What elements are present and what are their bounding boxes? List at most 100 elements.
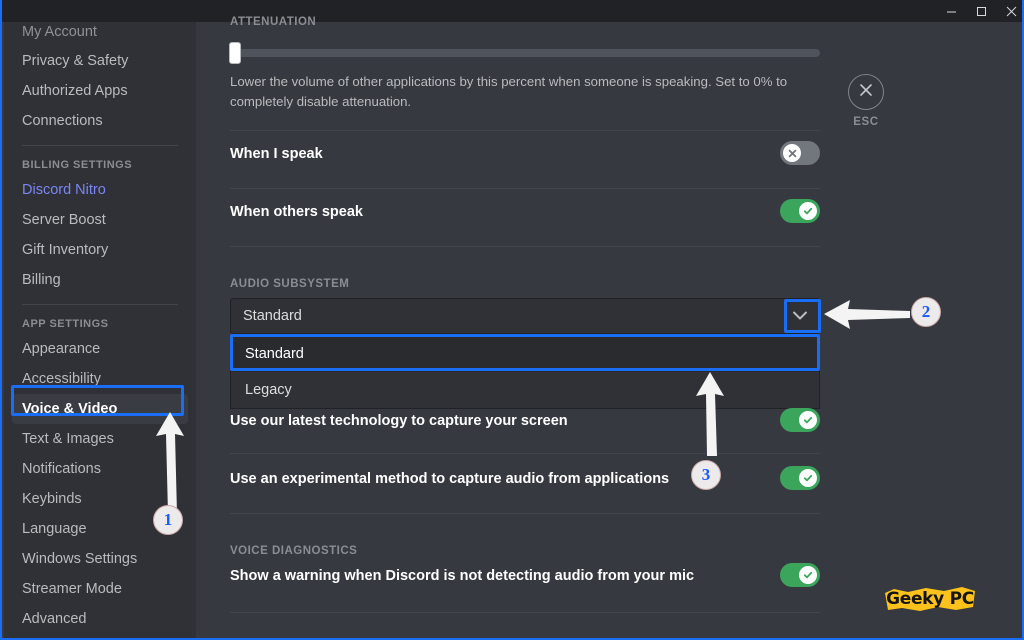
section-header-audio-subsystem: AUDIO SUBSYSTEM [230, 278, 350, 290]
sidebar-item-streamer-mode[interactable]: Streamer Mode [12, 574, 188, 604]
sidebar-item-connections[interactable]: Connections [12, 106, 188, 136]
sidebar-item-accessibility[interactable]: Accessibility [12, 364, 188, 394]
sidebar-item-label: Language [22, 521, 87, 537]
row-divider [230, 188, 820, 189]
attenuation-slider-handle[interactable] [229, 42, 241, 64]
sidebar-item-label: Voice & Video [22, 401, 118, 417]
sidebar-item-label: Accessibility [22, 371, 101, 387]
sidebar-item-label: My Account [22, 24, 97, 40]
sidebar-item-label: Billing [22, 272, 61, 288]
sidebar-item-authorized-apps[interactable]: Authorized Apps [12, 76, 188, 106]
callout-1: 1 [153, 505, 183, 535]
toggle-knob [783, 144, 801, 162]
toggle-knob [799, 202, 817, 220]
sidebar-item-label: Appearance [22, 341, 101, 357]
sidebar-item-voice-video[interactable]: Voice & Video [12, 394, 188, 424]
chevron-down-icon [793, 307, 807, 325]
toggle-knob [799, 469, 817, 487]
sidebar-header-app-settings: APP SETTINGS [22, 318, 109, 330]
section-header-voice-diagnostics: VOICE DIAGNOSTICS [230, 545, 358, 557]
sidebar-item-gift-inventory[interactable]: Gift Inventory [12, 235, 188, 265]
esc-close-control[interactable]: ESC [848, 74, 884, 128]
sidebar-divider [22, 304, 178, 305]
sidebar-item-server-boost[interactable]: Server Boost [12, 205, 188, 235]
sidebar-item-billing[interactable]: Billing [12, 265, 188, 295]
sidebar-header-billing: BILLING SETTINGS [22, 159, 133, 171]
sidebar-item-advanced[interactable]: Advanced [12, 604, 188, 634]
sidebar-item-label: Discord Nitro [22, 182, 106, 198]
callout-number: 2 [921, 302, 931, 321]
minimize-button[interactable] [936, 0, 966, 22]
row-label-when-others-speak: When others speak [230, 204, 363, 220]
cross-icon [788, 149, 796, 157]
check-icon [803, 571, 813, 579]
toggle-when-others-speak[interactable] [780, 199, 820, 223]
row-label-when-i-speak: When I speak [230, 146, 323, 162]
toggle-when-i-speak[interactable] [780, 141, 820, 165]
row-divider [230, 612, 820, 613]
close-icon [1006, 6, 1017, 17]
sidebar-item-label: Server Boost [22, 212, 106, 228]
check-icon [803, 474, 813, 482]
sidebar-item-label: Text & Images [22, 431, 114, 447]
sidebar-item-label: Advanced [22, 611, 87, 627]
settings-content: ATTENUATION Lower the volume of other ap… [196, 16, 1022, 638]
watermark-text: Geeky PC [886, 589, 974, 609]
sidebar-item-my-account[interactable]: My Account [12, 22, 188, 40]
minimize-icon [946, 6, 957, 17]
check-icon [803, 207, 813, 215]
esc-label: ESC [853, 116, 879, 128]
audio-subsystem-selected-value: Standard [243, 308, 302, 324]
sidebar-item-label: Windows Settings [22, 551, 138, 567]
sidebar-item-label: Notifications [22, 461, 101, 477]
toggle-knob [799, 566, 817, 584]
dropdown-option-label: Legacy [245, 382, 292, 398]
row-divider [230, 130, 820, 131]
watermark-geeky-pc: Geeky PC [882, 582, 978, 616]
row-divider [230, 453, 820, 454]
sidebar-item-text-images[interactable]: Text & Images [12, 424, 188, 454]
row-label-mic-warning: Show a warning when Discord is not detec… [230, 568, 695, 584]
row-divider [230, 246, 820, 247]
esc-circle[interactable] [848, 74, 884, 110]
row-label-latest-capture-technology: Use our latest technology to capture you… [230, 413, 568, 429]
sidebar-item-label: Gift Inventory [22, 242, 109, 258]
attenuation-slider-track[interactable] [230, 49, 820, 57]
sidebar-item-notifications[interactable]: Notifications [12, 454, 188, 484]
maximize-icon [976, 6, 987, 17]
dropdown-option-legacy[interactable]: Legacy [231, 372, 819, 408]
attenuation-description: Lower the volume of other applications b… [230, 74, 788, 110]
sidebar-divider [22, 145, 178, 146]
callout-2: 2 [911, 297, 941, 327]
sidebar-item-label: Keybinds [22, 491, 82, 507]
sidebar-item-label: Streamer Mode [22, 581, 122, 597]
sidebar-item-appearance[interactable]: Appearance [12, 334, 188, 364]
toggle-mic-warning[interactable] [780, 563, 820, 587]
row-label-experimental-audio-capture: Use an experimental method to capture au… [230, 471, 670, 487]
dropdown-option-label: Standard [245, 346, 304, 362]
close-button[interactable] [996, 0, 1022, 22]
sidebar-item-label: Connections [22, 113, 103, 129]
title-bar [2, 0, 1022, 22]
callout-number: 3 [701, 465, 711, 484]
section-header-attenuation: ATTENUATION [230, 16, 317, 28]
check-icon [803, 416, 813, 424]
sidebar-item-discord-nitro[interactable]: Discord Nitro [12, 175, 188, 205]
audio-subsystem-dropdown: Standard Legacy [230, 335, 820, 409]
toggle-latest-capture-technology[interactable] [780, 408, 820, 432]
callout-number: 1 [163, 510, 173, 529]
dropdown-option-standard[interactable]: Standard [231, 336, 819, 372]
audio-subsystem-caret-button[interactable] [784, 300, 816, 332]
callout-3: 3 [691, 460, 721, 490]
sidebar-item-label: Privacy & Safety [22, 53, 129, 69]
close-icon [859, 83, 873, 102]
settings-sidebar: My Account Privacy & Safety Authorized A… [4, 22, 196, 638]
discord-settings-window: My Account Privacy & Safety Authorized A… [0, 0, 1024, 640]
maximize-button[interactable] [966, 0, 996, 22]
sidebar-item-windows-settings[interactable]: Windows Settings [12, 544, 188, 574]
row-divider [230, 513, 820, 514]
toggle-knob [799, 411, 817, 429]
toggle-experimental-audio-capture[interactable] [780, 466, 820, 490]
sidebar-item-privacy-safety[interactable]: Privacy & Safety [12, 46, 188, 76]
audio-subsystem-select[interactable]: Standard [230, 298, 820, 334]
